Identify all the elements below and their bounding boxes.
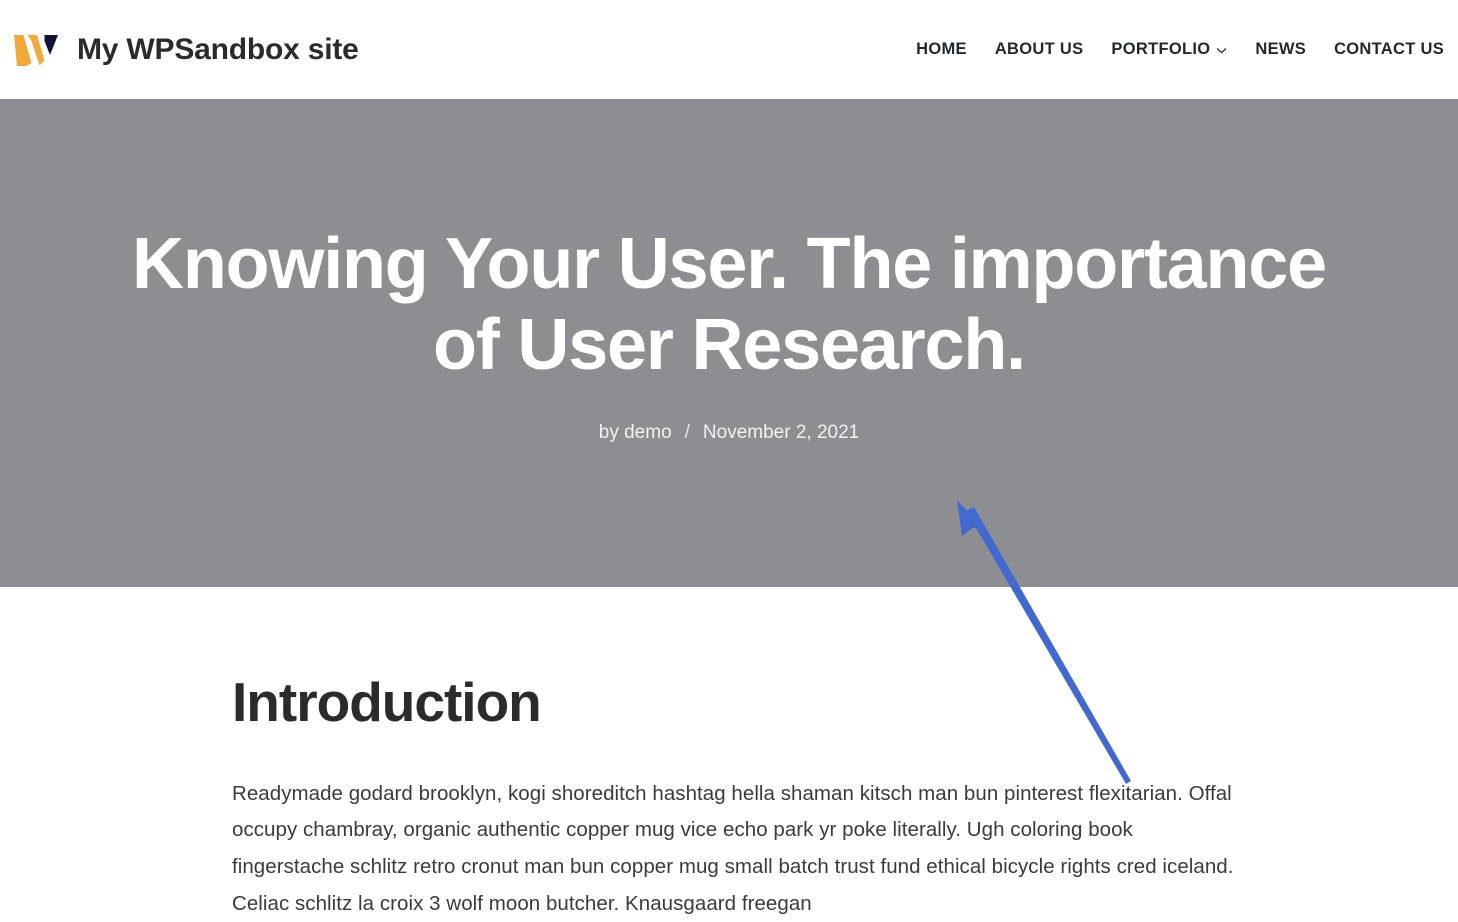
- page-title: Knowing Your User. The importance of Use…: [132, 224, 1327, 385]
- site-title: My WPSandbox site: [77, 32, 359, 66]
- post-author[interactable]: demo: [624, 422, 672, 443]
- site-brand[interactable]: My WPSandbox site: [14, 33, 359, 67]
- nav-label: CONTACT US: [1334, 40, 1444, 58]
- hero-banner: Knowing Your User. The importance of Use…: [0, 99, 1458, 587]
- nav-label: ABOUT US: [994, 40, 1084, 58]
- nav-item-home[interactable]: HOME: [902, 40, 981, 59]
- post-date[interactable]: November 2, 2021: [703, 422, 859, 444]
- nav-label: HOME: [916, 40, 967, 58]
- site-header: My WPSandbox site HOME ABOUT US PORTFOLI…: [0, 0, 1458, 99]
- section-heading-introduction: Introduction: [232, 671, 542, 733]
- wpsandbox-w-logo-icon: [14, 34, 58, 66]
- main-navigation: HOME ABOUT US PORTFOLIO NEWS CONTACT US: [902, 40, 1444, 59]
- nav-label: PORTFOLIO: [1111, 40, 1211, 58]
- article-content: Introduction Readymade godard brooklyn, …: [0, 587, 1458, 922]
- meta-separator: /: [684, 421, 690, 443]
- chevron-down-icon[interactable]: [1216, 45, 1227, 56]
- nav-item-portfolio[interactable]: PORTFOLIO: [1097, 40, 1241, 59]
- nav-item-about-us[interactable]: ABOUT US: [981, 40, 1098, 59]
- nav-label: NEWS: [1255, 40, 1307, 58]
- post-meta: by demo / November 2, 2021: [599, 422, 860, 444]
- nav-item-contact-us[interactable]: CONTACT US: [1320, 40, 1444, 59]
- nav-item-news[interactable]: NEWS: [1241, 40, 1320, 59]
- article-paragraph: Readymade godard brooklyn, kogi shoredit…: [232, 781, 1234, 915]
- byline: by demo: [598, 421, 672, 443]
